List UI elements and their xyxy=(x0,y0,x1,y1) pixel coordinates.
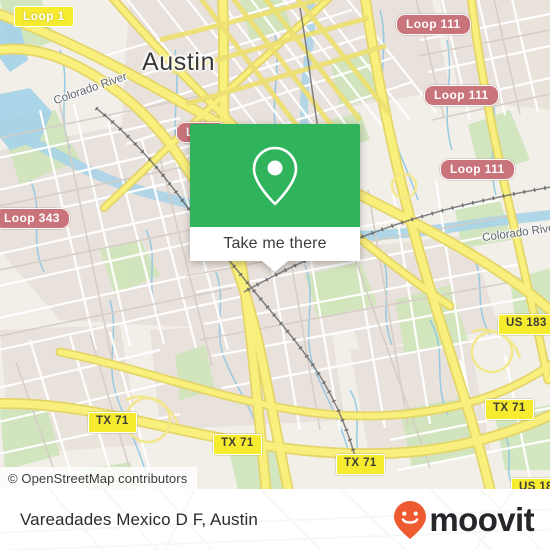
road-shield-loop-343[interactable]: Loop 343 xyxy=(0,208,70,229)
take-me-there-label: Take me there xyxy=(223,235,327,252)
moovit-map-screenshot: Austin Colorado River Colorado River Loo… xyxy=(0,0,550,550)
road-shield-loop-111-mid[interactable]: Loop 111 xyxy=(424,85,499,106)
road-shield-loop-111-south[interactable]: Loop 111 xyxy=(440,159,515,180)
bottom-info-bar: Vareadades Mexico D F, Austin moovit xyxy=(0,489,550,550)
city-label: Austin xyxy=(142,48,216,76)
popup-pointer-tail xyxy=(262,261,288,272)
moovit-wordmark: moovit xyxy=(429,501,534,538)
road-shield-tx-71-west[interactable]: TX 71 xyxy=(88,412,137,433)
osm-attribution-text: © OpenStreetMap contributors xyxy=(8,470,188,486)
osm-attribution[interactable]: © OpenStreetMap contributors xyxy=(0,467,198,489)
place-title: Vareadades Mexico D F, Austin xyxy=(20,509,258,529)
road-shield-loop-111-north[interactable]: Loop 111 xyxy=(396,14,471,35)
road-shield-tx-71-east[interactable]: TX 71 xyxy=(485,399,534,420)
popup-footer[interactable]: Take me there xyxy=(190,227,360,272)
road-shield-tx-71-southcenter[interactable]: TX 71 xyxy=(336,454,385,475)
location-popup-card[interactable]: Take me there xyxy=(190,124,360,272)
moovit-smiley-pin-icon xyxy=(394,500,427,539)
moovit-logo[interactable]: moovit xyxy=(393,500,535,540)
map-pin-icon xyxy=(252,146,298,205)
road-shield-tx-71-center[interactable]: TX 71 xyxy=(213,434,262,455)
road-shield-loop-1[interactable]: Loop 1 xyxy=(14,6,74,27)
road-shield-us-183-east[interactable]: US 183 xyxy=(498,314,550,335)
road-shield-us-183-southeast[interactable]: US 183 xyxy=(511,478,550,489)
popup-header xyxy=(190,124,360,227)
